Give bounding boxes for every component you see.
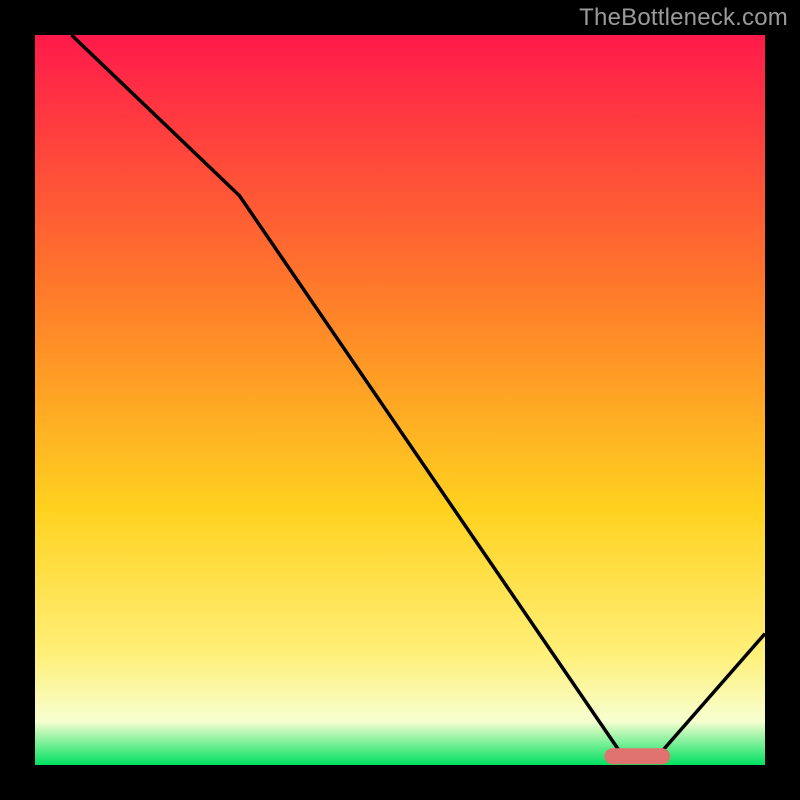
gradient-background	[35, 35, 765, 765]
chart-frame: TheBottleneck.com	[0, 0, 800, 800]
optimal-range-marker	[604, 748, 670, 764]
watermark-label: TheBottleneck.com	[579, 4, 788, 32]
plot-svg	[35, 35, 765, 765]
plot-area	[35, 35, 765, 765]
